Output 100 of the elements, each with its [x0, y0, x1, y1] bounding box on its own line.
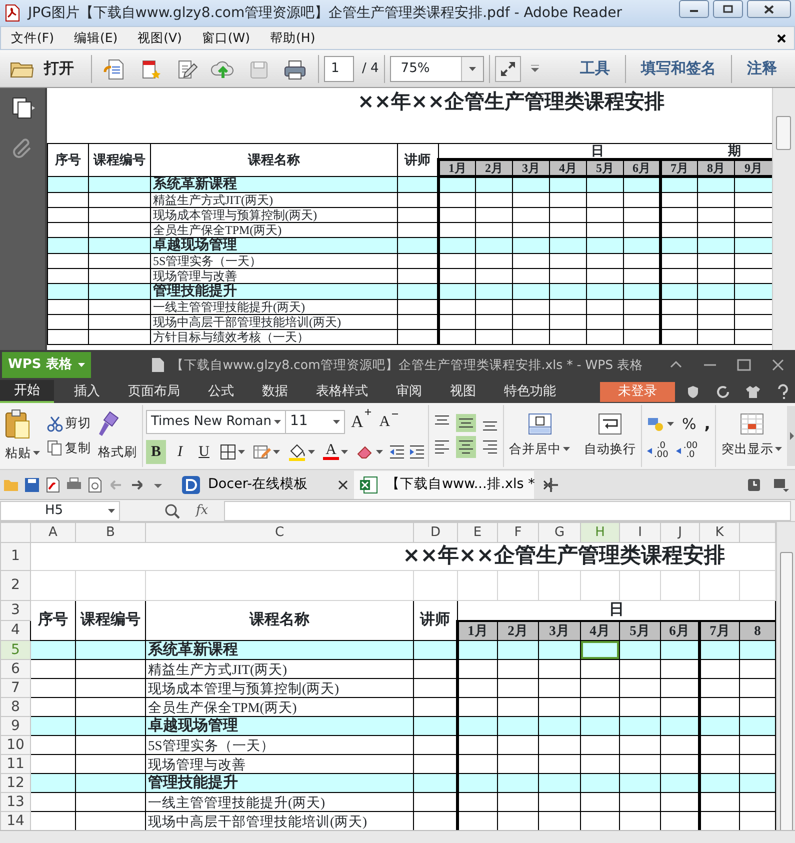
open-button[interactable]: 打开 — [8, 56, 86, 81]
clock-icon[interactable] — [747, 478, 761, 492]
row-header[interactable]: 8 — [0, 698, 30, 716]
zoom-search-icon[interactable] — [164, 502, 180, 518]
refresh-icon[interactable] — [715, 384, 731, 400]
cut-button[interactable]: 剪切 — [45, 413, 93, 434]
menu-item[interactable]: 窗口(W) — [192, 28, 260, 48]
highlight-button[interactable]: 突出显示 — [719, 438, 784, 460]
ribbon-tab[interactable]: 插入 — [60, 380, 114, 403]
column-header[interactable]: C — [146, 522, 414, 542]
caret-icon — [308, 450, 315, 454]
menu-item[interactable]: 帮助(H) — [260, 28, 326, 48]
shrink-font-button[interactable]: A — [377, 410, 400, 434]
grow-font-button[interactable]: A — [349, 408, 374, 436]
maximize-button[interactable] — [713, 0, 743, 18]
maximize-icon[interactable] — [736, 357, 752, 373]
row-header[interactable]: 6 — [0, 660, 30, 678]
ribbon-tab[interactable]: 表格样式 — [302, 380, 382, 403]
scrollbar[interactable] — [772, 88, 795, 350]
increase-indent-icon[interactable] — [409, 444, 425, 459]
ribbon-tab[interactable]: 特色功能 — [490, 380, 570, 403]
menu-item[interactable]: 视图(V) — [128, 28, 192, 48]
row-header[interactable]: 7 — [0, 678, 30, 698]
pdf-export-icon[interactable] — [45, 476, 61, 492]
column-header[interactable]: F — [498, 522, 538, 542]
row-header[interactable]: 9 — [0, 716, 30, 736]
column-header[interactable]: K — [700, 522, 740, 542]
highlight-table-icon — [740, 412, 764, 435]
print-preview-icon[interactable] — [87, 476, 103, 492]
row-header[interactable]: 13 — [0, 792, 30, 812]
ribbon-tab[interactable]: 数据 — [248, 380, 302, 403]
page-number-field[interactable]: 1 — [324, 56, 354, 82]
scrollbar[interactable] — [776, 522, 795, 830]
font-dropdown[interactable]: Times New Roman — [146, 410, 286, 434]
comma-button[interactable]: , — [702, 411, 712, 437]
fill-color-button[interactable] — [286, 442, 317, 462]
percent-button[interactable]: % — [680, 412, 698, 436]
function-label[interactable]: fx — [196, 500, 208, 520]
minimize-button[interactable] — [679, 0, 709, 18]
increase-decimal-button[interactable]: .0 .00 — [645, 441, 670, 461]
decrease-indent-icon[interactable] — [389, 444, 405, 459]
help-icon[interactable] — [775, 384, 791, 400]
column-header[interactable]: J — [660, 522, 700, 542]
formula-input[interactable] — [224, 500, 791, 520]
column-header[interactable]: I — [620, 522, 660, 542]
row-header[interactable]: 2 — [0, 570, 30, 600]
row-header[interactable]: 3 — [0, 600, 30, 620]
caret-icon[interactable] — [530, 65, 539, 72]
caret-icon — [273, 450, 280, 454]
save-icon[interactable] — [24, 476, 40, 492]
copy-button[interactable]: 复制 — [45, 438, 93, 459]
style-button[interactable]: I — [170, 440, 190, 464]
close-icon[interactable] — [777, 34, 786, 42]
ribbon-tab[interactable]: 开始 — [0, 380, 54, 403]
column-header[interactable]: E — [458, 522, 498, 542]
zoom-dropdown[interactable]: 75% — [390, 56, 484, 82]
ribbon-tab[interactable]: 页面布局 — [114, 380, 194, 403]
window-menu-icon[interactable] — [773, 478, 789, 492]
row-header[interactable]: 4 — [0, 620, 30, 640]
style-button[interactable]: U — [194, 440, 214, 464]
close-button[interactable] — [747, 0, 791, 18]
panel-button[interactable]: 注释 — [737, 57, 787, 80]
merge-center-button[interactable]: 合并居中 — [507, 438, 572, 460]
align-button[interactable] — [456, 436, 476, 458]
row-header[interactable]: 11 — [0, 754, 30, 774]
ribbon-tab[interactable]: 审阅 — [382, 380, 436, 403]
paste-button[interactable]: 粘贴 — [3, 442, 42, 464]
row-header[interactable]: 14 — [0, 812, 30, 830]
wrap-text-button[interactable]: 自动换行 — [582, 438, 638, 460]
align-button[interactable] — [456, 414, 476, 432]
menu-item[interactable]: 文件(F) — [1, 28, 64, 48]
shield-icon[interactable] — [685, 384, 701, 400]
font-size-dropdown[interactable]: 11 — [285, 410, 345, 434]
row-header[interactable]: 10 — [0, 736, 30, 754]
scroll-right-icon[interactable] — [787, 406, 795, 466]
panel-button[interactable]: 填写和签名 — [631, 57, 726, 80]
row-header[interactable]: 12 — [0, 774, 30, 792]
paperclip-icon[interactable] — [12, 136, 34, 158]
new-tab-icon[interactable] — [544, 478, 558, 492]
column-header[interactable]: B — [76, 522, 146, 542]
row-header[interactable]: 1 — [0, 542, 30, 570]
cell-style-button[interactable] — [251, 442, 282, 461]
decrease-decimal-button[interactable]: .00 .0 — [674, 441, 700, 461]
name-box[interactable]: H5 — [0, 500, 120, 520]
column-header[interactable]: D — [414, 522, 458, 542]
ribbon-tab[interactable]: 公式 — [194, 380, 248, 403]
app-menu-button[interactable]: WPS 表格 — [2, 352, 91, 378]
column-header[interactable]: G — [538, 522, 580, 542]
font-color-button[interactable]: A — [321, 442, 350, 462]
panel-button[interactable]: 工具 — [570, 57, 620, 80]
borders-button[interactable] — [218, 442, 247, 461]
currency-button[interactable] — [645, 415, 676, 433]
column-header[interactable]: A — [30, 522, 76, 542]
ribbon-tab[interactable]: 视图 — [436, 380, 490, 403]
format-painter-button[interactable]: 格式刷 — [96, 442, 139, 462]
shirt-icon[interactable] — [745, 384, 761, 400]
print-icon[interactable] — [283, 58, 307, 80]
pages-icon[interactable] — [10, 96, 34, 120]
style-button[interactable]: B — [146, 440, 166, 464]
menu-item[interactable]: 编辑(E) — [64, 28, 128, 48]
